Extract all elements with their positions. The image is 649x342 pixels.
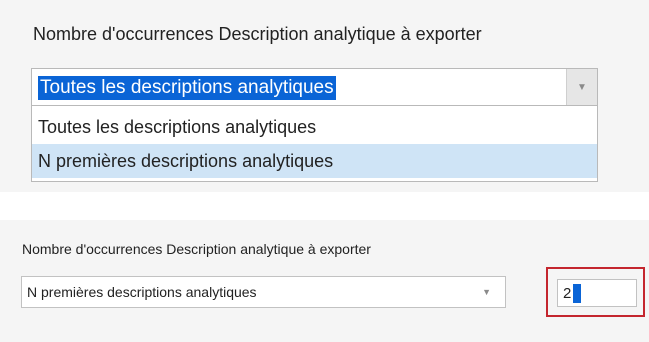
dropdown-arrow-icon: ▼ <box>577 81 587 93</box>
occurrences-label: Nombre d'occurrences Description analyti… <box>33 24 482 44</box>
option-first-n-descriptions[interactable]: N premières descriptions analytiques <box>32 144 597 178</box>
option-all-descriptions[interactable]: Toutes les descriptions analytiques <box>32 110 597 144</box>
combobox-value: N premières descriptions analytiques <box>27 284 257 300</box>
occurrences-combobox[interactable]: Toutes les descriptions analytiques ▼ <box>31 68 598 106</box>
count-value: 2 <box>563 285 572 302</box>
text-caret <box>573 284 581 303</box>
occurrences-label-bottom: Nombre d'occurrences Description analyti… <box>22 241 371 257</box>
occurrences-combobox-bottom[interactable]: N premières descriptions analytiques ▼ <box>21 276 506 308</box>
dropdown-button[interactable]: ▼ <box>566 69 597 105</box>
dropdown-arrow-icon[interactable]: ▼ <box>482 277 491 307</box>
dropdown-list: Toutes les descriptions analytiques N pr… <box>31 106 598 182</box>
count-input[interactable]: 2 <box>557 279 637 307</box>
combobox-selected-text: Toutes les descriptions analytiques <box>38 76 336 100</box>
